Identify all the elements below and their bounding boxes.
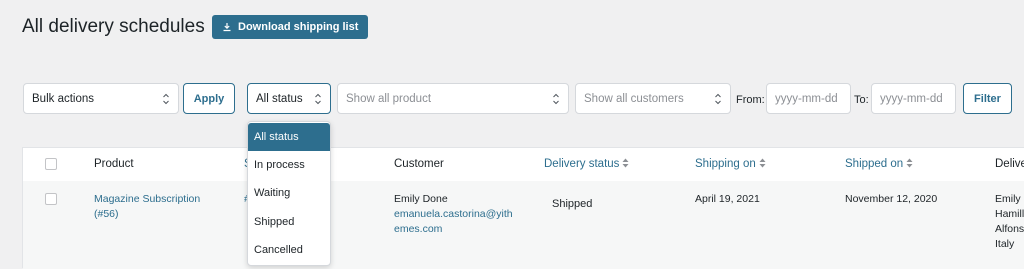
select-all-checkbox[interactable] bbox=[45, 158, 57, 170]
sort-icon bbox=[622, 158, 629, 168]
column-delivery-status-label: Delivery status bbox=[544, 158, 620, 170]
status-option-shipped[interactable]: Shipped bbox=[248, 208, 330, 236]
to-date-placeholder: yyyy-mm-dd bbox=[880, 92, 943, 105]
customer-select-placeholder: Show all customers bbox=[584, 92, 684, 105]
download-shipping-list-button[interactable]: Download shipping list bbox=[212, 15, 369, 39]
bulk-actions-select[interactable]: Bulk actions bbox=[23, 83, 179, 114]
to-date-input[interactable]: yyyy-mm-dd bbox=[871, 83, 956, 114]
sort-icon bbox=[759, 158, 766, 168]
product-select-placeholder: Show all product bbox=[346, 92, 432, 105]
status-select-value: All status bbox=[256, 92, 303, 105]
shipped-on-value: November 12, 2020 bbox=[845, 193, 938, 205]
table-header: Product S Customer Delivery status Shipp… bbox=[23, 148, 1024, 182]
customer-email-cont[interactable]: emes.com bbox=[394, 222, 442, 237]
product-select[interactable]: Show all product bbox=[337, 83, 569, 114]
to-label: To: bbox=[854, 94, 869, 106]
status-option-waiting[interactable]: Waiting bbox=[248, 179, 330, 207]
row-checkbox[interactable] bbox=[45, 193, 57, 205]
from-date-input[interactable]: yyyy-mm-dd bbox=[766, 83, 851, 114]
column-shipped-on-label: Shipped on bbox=[845, 158, 904, 170]
delivery-address-line2: Hamill bbox=[995, 208, 1024, 220]
status-option-in-process[interactable]: In process bbox=[248, 151, 330, 179]
column-delivery-partial: Delive bbox=[995, 158, 1024, 170]
status-option-cancelled[interactable]: Cancelled bbox=[248, 236, 330, 264]
product-link-id[interactable]: (#56) bbox=[94, 207, 119, 222]
status-dropdown-menu: All status In process Waiting Shipped Ca… bbox=[247, 121, 331, 266]
select-chevron-icon bbox=[715, 93, 721, 105]
customer-select[interactable]: Show all customers bbox=[575, 83, 731, 114]
select-chevron-icon bbox=[315, 93, 321, 105]
column-delivery-status[interactable]: Delivery status bbox=[544, 158, 629, 170]
delivery-address-line4: Italy bbox=[995, 238, 1015, 250]
column-product: Product bbox=[94, 158, 134, 170]
column-shipped-on[interactable]: Shipped on bbox=[845, 158, 913, 170]
column-shipping-on-label: Shipping on bbox=[695, 158, 756, 170]
status-select[interactable]: All status bbox=[247, 83, 331, 114]
table-row: Magazine Subscription (#56) # Emily Done… bbox=[23, 181, 1024, 269]
customer-name: Emily Done bbox=[394, 193, 448, 205]
status-option-all[interactable]: All status bbox=[248, 123, 330, 151]
bulk-actions-value: Bulk actions bbox=[32, 92, 95, 105]
select-chevron-icon bbox=[553, 93, 559, 105]
from-label: From: bbox=[736, 94, 765, 106]
column-customer: Customer bbox=[394, 158, 444, 170]
apply-button[interactable]: Apply bbox=[183, 83, 235, 114]
shipping-on-value: April 19, 2021 bbox=[695, 193, 760, 205]
product-link[interactable]: Magazine Subscription bbox=[94, 192, 200, 207]
customer-email[interactable]: emanuela.castorina@yith bbox=[394, 207, 513, 222]
delivery-status-value: Shipped bbox=[552, 198, 593, 210]
delivery-address-line1: Emily I bbox=[995, 193, 1024, 205]
column-shipping-on[interactable]: Shipping on bbox=[695, 158, 766, 170]
select-chevron-icon bbox=[163, 93, 169, 105]
download-label: Download shipping list bbox=[238, 21, 359, 33]
sort-icon bbox=[906, 158, 913, 168]
page-title: All delivery schedules bbox=[22, 16, 205, 37]
download-icon bbox=[223, 23, 231, 32]
delivery-address-line3: Alfons bbox=[995, 223, 1024, 235]
delivery-schedules-table: Product S Customer Delivery status Shipp… bbox=[22, 147, 1024, 269]
filter-button[interactable]: Filter bbox=[963, 83, 1012, 114]
from-date-placeholder: yyyy-mm-dd bbox=[775, 92, 838, 105]
